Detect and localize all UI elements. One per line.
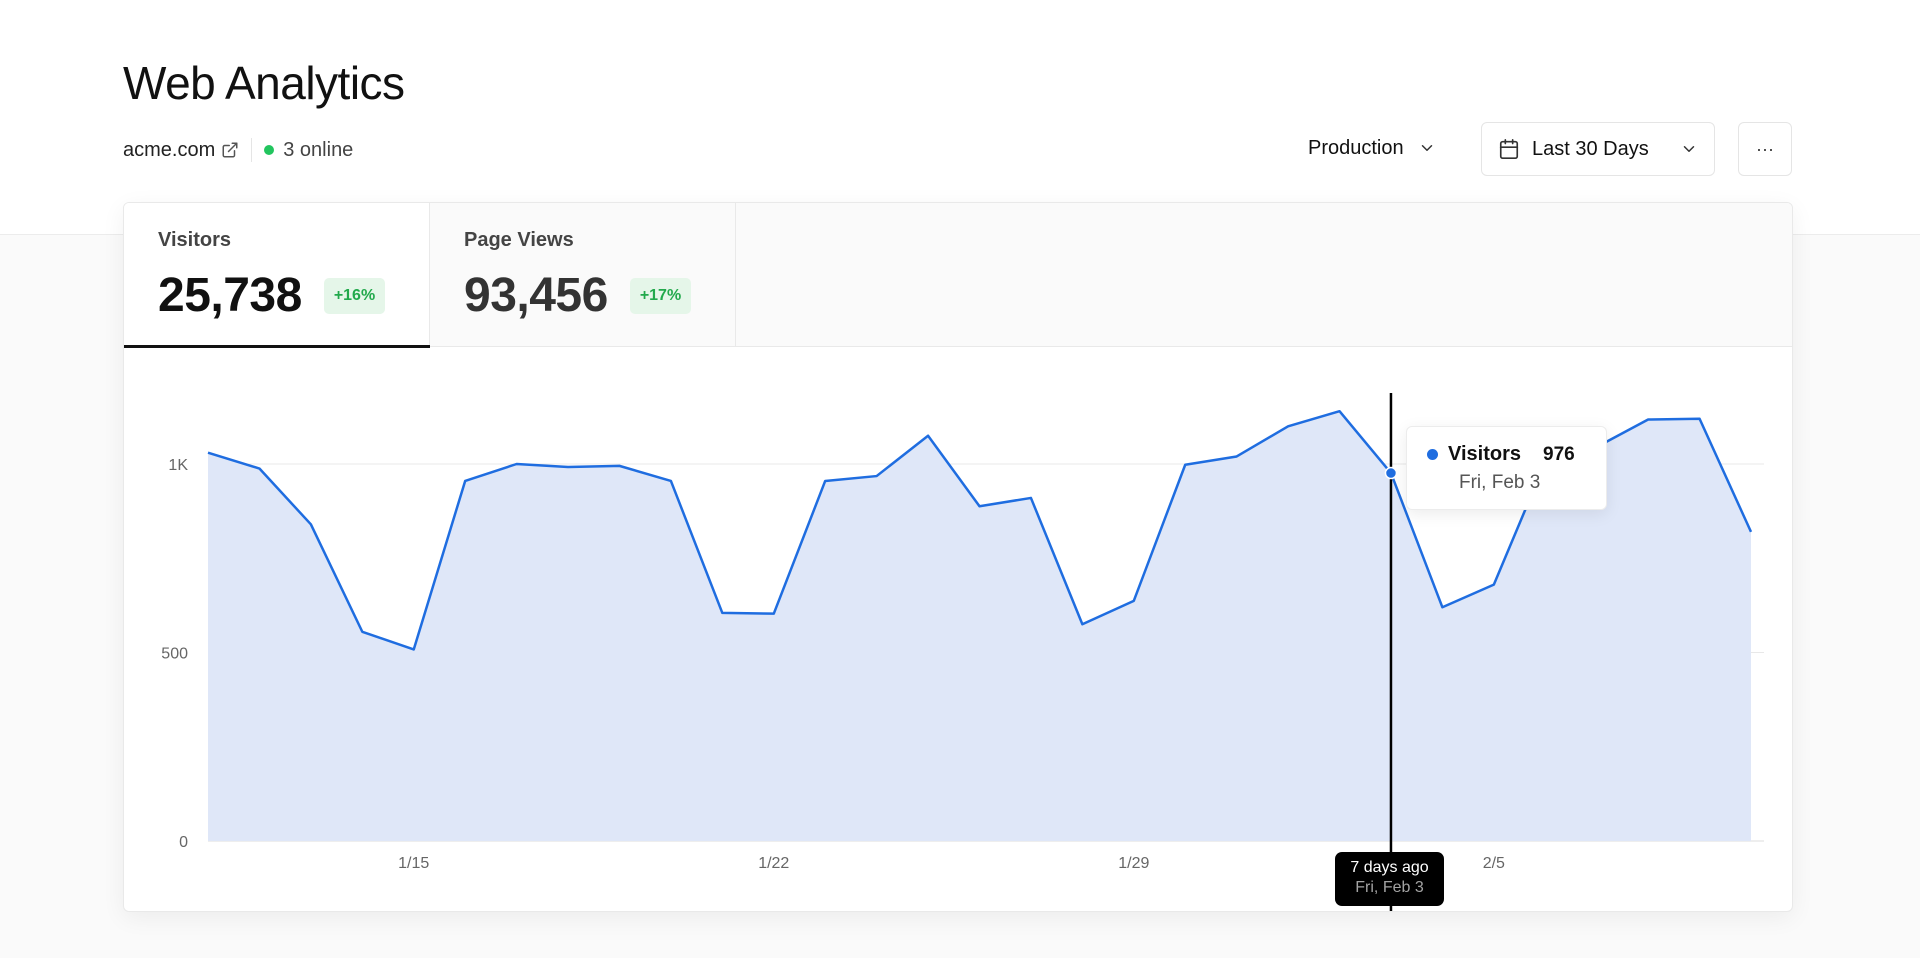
chevron-down-icon [1421, 145, 1432, 151]
tooltip-value: 976 [1543, 443, 1575, 465]
site-domain: acme.com [123, 138, 216, 161]
y-tick-label: 500 [161, 646, 188, 663]
data-point [669, 479, 673, 483]
more-icon: ··· [1756, 138, 1774, 159]
date-range-label: Last 30 Days [1532, 137, 1649, 160]
tab-page-views[interactable]: Page Views 93,456 +17% [430, 203, 736, 347]
hover-date: Fri, Feb 3 [1355, 879, 1424, 896]
data-point [1286, 424, 1290, 428]
external-link-icon [222, 142, 238, 158]
tab-label: Page Views [464, 229, 574, 251]
date-range-dropdown[interactable]: Last 30 Days [1481, 122, 1715, 176]
analytics-card: Visitors 25,738 +16% Page Views 93,456 +… [123, 202, 1793, 912]
tab-visitors[interactable]: Visitors 25,738 +16% [124, 203, 430, 348]
change-badge: +16% [323, 277, 386, 314]
data-point [978, 504, 982, 508]
data-point [772, 612, 776, 616]
data-point [1235, 454, 1239, 458]
page-header: Web Analytics acme.com 3 online Producti… [0, 0, 1920, 234]
data-point [1080, 622, 1084, 626]
data-point [617, 464, 621, 468]
x-tick-label: 1/29 [1118, 855, 1149, 872]
data-point [515, 462, 519, 466]
data-point [1646, 418, 1650, 422]
data-point [257, 467, 261, 471]
data-point [823, 479, 827, 483]
environment-label: Production [1308, 136, 1404, 159]
tooltip-series-name: Visitors [1448, 443, 1521, 465]
calendar-icon [1499, 139, 1519, 159]
y-tick-label: 0 [179, 834, 188, 851]
data-point [412, 647, 416, 651]
data-point [1338, 409, 1342, 413]
hover-date-label: 7 days ago Fri, Feb 3 [1335, 852, 1444, 906]
data-point [1132, 599, 1136, 603]
data-point [720, 611, 724, 615]
data-point [1029, 496, 1033, 500]
data-point [1492, 583, 1496, 587]
metric-tabs: Visitors 25,738 +16% Page Views 93,456 +… [124, 203, 1792, 348]
chart-tooltip: Visitors 976 Fri, Feb 3 [1406, 426, 1607, 510]
tab-value-row: 93,456 +17% [464, 268, 701, 323]
change-badge: +17% [629, 277, 692, 314]
chevron-down-icon [1683, 146, 1695, 152]
tooltip-row: Visitors 976 [1427, 443, 1586, 466]
tab-label: Visitors [158, 229, 231, 251]
data-point [309, 522, 313, 526]
online-status-dot [264, 145, 275, 155]
data-point [1749, 530, 1753, 534]
data-point [566, 465, 570, 469]
data-point [875, 474, 879, 478]
divider [251, 138, 253, 162]
site-info-row: acme.com 3 online [123, 138, 353, 162]
series-color-dot [1427, 449, 1438, 460]
tooltip-date: Fri, Feb 3 [1459, 472, 1541, 493]
environment-dropdown[interactable]: Production [1288, 124, 1456, 172]
x-tick-label: 1/15 [398, 855, 429, 872]
data-point [1183, 463, 1187, 467]
y-tick-label: 1K [168, 457, 188, 474]
online-count: 3 online [283, 138, 354, 161]
x-tick-label: 1/22 [758, 855, 789, 872]
highlight-point [1384, 466, 1398, 480]
site-link[interactable]: acme.com [123, 139, 239, 162]
page-title: Web Analytics [123, 57, 405, 109]
data-point [1440, 605, 1444, 609]
hover-relative-date: 7 days ago [1350, 859, 1429, 876]
tab-value-row: 25,738 +16% [158, 268, 395, 323]
more-options-button[interactable]: ··· [1738, 122, 1792, 176]
data-point [926, 434, 930, 438]
data-point [206, 451, 210, 455]
data-point [463, 479, 467, 483]
x-tick-label: 2/5 [1483, 855, 1505, 872]
visitors-value: 25,738 [158, 269, 302, 322]
data-point [1698, 417, 1702, 421]
page-views-value: 93,456 [464, 269, 608, 322]
data-point [360, 630, 364, 634]
